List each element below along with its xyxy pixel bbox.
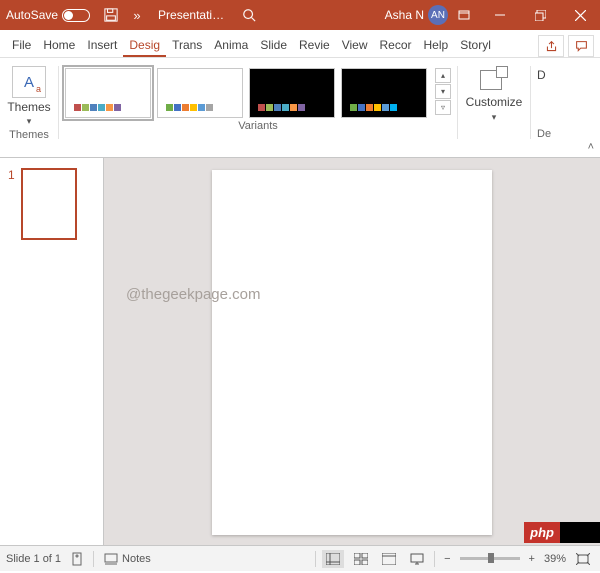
tab-storyline[interactable]: Storyl (454, 34, 497, 57)
title-bar: AutoSave » Presentati… Asha N AN (0, 0, 600, 30)
ribbon-body: Aa Themes ▾ Themes ▴▾▿ Variants Customiz… (0, 58, 600, 158)
notes-button[interactable]: Notes (104, 553, 151, 565)
autosave-toggle[interactable]: AutoSave (6, 8, 90, 22)
search-icon[interactable] (238, 4, 260, 26)
php-badge-black (560, 522, 600, 543)
variant-thumbnail[interactable] (341, 68, 427, 118)
thumbnail-number: 1 (8, 168, 15, 240)
status-bar: Slide 1 of 1 Notes − + 39% (0, 545, 600, 571)
designer-group: D De (531, 62, 551, 157)
variants-scroll-button[interactable]: ▾ (435, 84, 451, 99)
chevron-down-icon: ▾ (27, 116, 32, 127)
customize-button[interactable]: Customize ▾ (464, 62, 524, 123)
close-button[interactable] (560, 0, 600, 30)
zoom-in-button[interactable]: + (526, 553, 538, 565)
chevron-down-icon: ▾ (492, 112, 497, 123)
document-title: Presentati… (158, 8, 224, 22)
tab-insert[interactable]: Insert (81, 34, 123, 57)
variant-thumbnail[interactable] (249, 68, 335, 118)
avatar[interactable]: AN (428, 5, 448, 25)
variants-more-button[interactable]: ▿ (435, 100, 451, 115)
slide-sorter-view-icon[interactable] (350, 550, 372, 568)
zoom-slider[interactable] (460, 557, 520, 560)
qat-overflow-icon[interactable]: » (126, 4, 148, 26)
slide-size-icon (480, 66, 508, 92)
share-button[interactable] (538, 35, 564, 57)
variants-group: ▴▾▿ Variants (59, 62, 457, 157)
workspace: 1 @thegeekpage.com php (0, 158, 600, 545)
accessibility-icon[interactable] (71, 552, 83, 566)
variants-group-label: Variants (238, 118, 278, 135)
themes-icon: Aa (12, 66, 46, 98)
designer-group-label: De (537, 126, 551, 143)
notes-label: Notes (122, 553, 151, 565)
slide-counter[interactable]: Slide 1 of 1 (6, 553, 61, 565)
tab-transitions[interactable]: Trans (166, 34, 208, 57)
slide-canvas-area: @thegeekpage.com php (104, 158, 600, 545)
tab-view[interactable]: View (336, 34, 374, 57)
themes-button-label: Themes (7, 100, 50, 114)
ribbon-tabs: File Home Insert Desig Trans Anima Slide… (0, 30, 600, 58)
save-icon[interactable] (100, 4, 122, 26)
zoom-value[interactable]: 39% (544, 553, 566, 565)
tab-file[interactable]: File (6, 34, 37, 57)
customize-label: Customize (466, 95, 523, 109)
slideshow-view-icon[interactable] (406, 550, 428, 568)
restore-button[interactable] (520, 0, 560, 30)
autosave-pill-off[interactable] (62, 9, 90, 22)
tab-animations[interactable]: Anima (208, 34, 254, 57)
slide-thumbnail[interactable] (21, 168, 77, 240)
collapse-ribbon-icon[interactable]: ˄ (588, 141, 594, 153)
comments-button[interactable] (568, 35, 594, 57)
slide-thumbnail-panel: 1 (0, 158, 104, 545)
tab-recording[interactable]: Recor (373, 34, 417, 57)
zoom-out-button[interactable]: − (441, 553, 453, 565)
variants-scroll-button[interactable]: ▴ (435, 68, 451, 83)
designer-button[interactable]: D (537, 62, 546, 126)
variant-thumbnail[interactable] (157, 68, 243, 118)
user-name: Asha N (385, 8, 424, 22)
reading-view-icon[interactable] (378, 550, 400, 568)
tab-design[interactable]: Desig (123, 34, 166, 57)
tab-help[interactable]: Help (418, 34, 455, 57)
tab-home[interactable]: Home (37, 34, 81, 57)
variant-thumbnail[interactable] (65, 68, 151, 118)
tab-review[interactable]: Revie (293, 34, 336, 57)
slide-canvas[interactable] (212, 170, 492, 535)
minimize-button[interactable] (480, 0, 520, 30)
themes-button[interactable]: Aa Themes ▾ (6, 62, 52, 127)
themes-group-label: Themes (9, 127, 49, 144)
php-badge-text: php (524, 522, 560, 543)
php-badge: php (524, 522, 600, 543)
watermark-text: @thegeekpage.com (126, 286, 260, 303)
themes-group: Aa Themes ▾ Themes (0, 62, 58, 157)
customize-group: Customize ▾ (458, 62, 530, 157)
tab-slideshow[interactable]: Slide (254, 34, 293, 57)
variants-gallery: ▴▾▿ (65, 62, 451, 118)
ribbon-display-options-icon[interactable] (448, 0, 480, 30)
normal-view-icon[interactable] (322, 550, 344, 568)
autosave-label: AutoSave (6, 8, 58, 22)
fit-to-window-icon[interactable] (572, 550, 594, 568)
